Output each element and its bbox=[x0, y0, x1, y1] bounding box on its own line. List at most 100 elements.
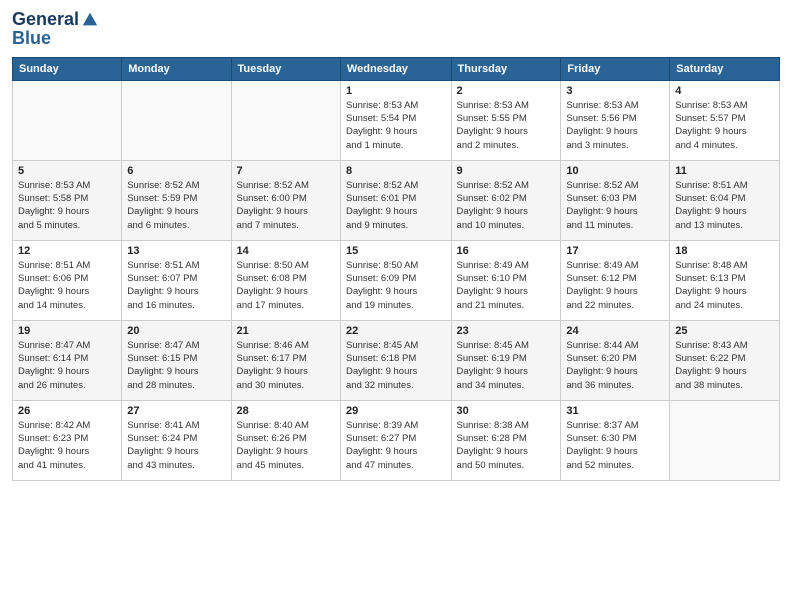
day-info: Sunrise: 8:49 AM Sunset: 6:10 PM Dayligh… bbox=[457, 259, 556, 312]
calendar-cell: 4 Sunrise: 8:53 AM Sunset: 5:57 PM Daylig… bbox=[670, 80, 780, 160]
calendar-cell: 22Sunrise: 8:45 AM Sunset: 6:18 PM Dayli… bbox=[341, 320, 452, 400]
logo-text: General bbox=[12, 10, 79, 30]
day-info: Sunrise: 8:49 AM Sunset: 6:12 PM Dayligh… bbox=[566, 259, 664, 312]
day-number: 27 bbox=[127, 405, 225, 417]
day-info: Sunrise: 8:53 AM Sunset: 5:57 PM Dayligh… bbox=[675, 99, 774, 152]
day-number: 4 bbox=[675, 85, 774, 97]
logo-blue: Blue bbox=[12, 28, 99, 49]
calendar-cell: 21 Sunrise: 8:46 AM Sunset: 6:17 PM Dayli… bbox=[231, 320, 340, 400]
calendar-week-row: 19 Sunrise: 8:47 AM Sunset: 6:14 PM Dayli… bbox=[13, 320, 780, 400]
logo-icon bbox=[81, 11, 99, 29]
day-number: 28 bbox=[237, 405, 335, 417]
day-number: 12 bbox=[18, 245, 116, 257]
day-info: Sunrise: 8:46 AM Sunset: 6:17 PM Dayligh… bbox=[237, 339, 335, 392]
day-info: Sunrise: 8:51 AM Sunset: 6:07 PM Dayligh… bbox=[127, 259, 225, 312]
calendar-cell: 3Sunrise: 8:53 AM Sunset: 5:56 PM Daylig… bbox=[561, 80, 670, 160]
calendar-cell: 20 Sunrise: 8:47 AM Sunset: 6:15 PM Dayli… bbox=[122, 320, 231, 400]
weekday-header: Friday bbox=[561, 57, 670, 80]
day-number: 16 bbox=[457, 245, 556, 257]
day-number: 9 bbox=[457, 165, 556, 177]
calendar-cell: 14 Sunrise: 8:50 AM Sunset: 6:08 PM Dayli… bbox=[231, 240, 340, 320]
weekday-header: Thursday bbox=[451, 57, 561, 80]
day-number: 19 bbox=[18, 325, 116, 337]
day-info: Sunrise: 8:40 AM Sunset: 6:26 PM Dayligh… bbox=[237, 419, 335, 472]
calendar-cell: 10Sunrise: 8:52 AM Sunset: 6:03 PM Dayli… bbox=[561, 160, 670, 240]
day-info: Sunrise: 8:52 AM Sunset: 6:00 PM Dayligh… bbox=[237, 179, 335, 232]
calendar-cell: 11 Sunrise: 8:51 AM Sunset: 6:04 PM Dayli… bbox=[670, 160, 780, 240]
calendar-cell bbox=[231, 80, 340, 160]
day-number: 13 bbox=[127, 245, 225, 257]
calendar-cell: 23 Sunrise: 8:45 AM Sunset: 6:19 PM Dayli… bbox=[451, 320, 561, 400]
day-info: Sunrise: 8:53 AM Sunset: 5:58 PM Dayligh… bbox=[18, 179, 116, 232]
calendar-cell: 2 Sunrise: 8:53 AM Sunset: 5:55 PM Daylig… bbox=[451, 80, 561, 160]
day-number: 5 bbox=[18, 165, 116, 177]
day-number: 23 bbox=[457, 325, 556, 337]
day-info: Sunrise: 8:47 AM Sunset: 6:14 PM Dayligh… bbox=[18, 339, 116, 392]
day-number: 3 bbox=[566, 85, 664, 97]
day-info: Sunrise: 8:50 AM Sunset: 6:09 PM Dayligh… bbox=[346, 259, 446, 312]
day-info: Sunrise: 8:44 AM Sunset: 6:20 PM Dayligh… bbox=[566, 339, 664, 392]
day-number: 26 bbox=[18, 405, 116, 417]
day-info: Sunrise: 8:52 AM Sunset: 6:03 PM Dayligh… bbox=[566, 179, 664, 232]
calendar-cell: 5 Sunrise: 8:53 AM Sunset: 5:58 PM Daylig… bbox=[13, 160, 122, 240]
day-number: 1 bbox=[346, 85, 446, 97]
calendar-week-row: 12 Sunrise: 8:51 AM Sunset: 6:06 PM Dayli… bbox=[13, 240, 780, 320]
day-info: Sunrise: 8:37 AM Sunset: 6:30 PM Dayligh… bbox=[566, 419, 664, 472]
day-number: 2 bbox=[457, 85, 556, 97]
calendar-cell: 13 Sunrise: 8:51 AM Sunset: 6:07 PM Dayli… bbox=[122, 240, 231, 320]
calendar-cell: 31 Sunrise: 8:37 AM Sunset: 6:30 PM Dayli… bbox=[561, 400, 670, 480]
calendar-cell: 1 Sunrise: 8:53 AM Sunset: 5:54 PM Daylig… bbox=[341, 80, 452, 160]
calendar-cell: 8 Sunrise: 8:52 AM Sunset: 6:01 PM Daylig… bbox=[341, 160, 452, 240]
weekday-header: Tuesday bbox=[231, 57, 340, 80]
day-number: 17 bbox=[566, 245, 664, 257]
calendar-cell: 28 Sunrise: 8:40 AM Sunset: 6:26 PM Dayli… bbox=[231, 400, 340, 480]
day-number: 31 bbox=[566, 405, 664, 417]
calendar-week-row: 1 Sunrise: 8:53 AM Sunset: 5:54 PM Daylig… bbox=[13, 80, 780, 160]
day-info: Sunrise: 8:52 AM Sunset: 6:02 PM Dayligh… bbox=[457, 179, 556, 232]
day-number: 8 bbox=[346, 165, 446, 177]
day-number: 20 bbox=[127, 325, 225, 337]
day-number: 30 bbox=[457, 405, 556, 417]
day-info: Sunrise: 8:47 AM Sunset: 6:15 PM Dayligh… bbox=[127, 339, 225, 392]
calendar-cell: 6Sunrise: 8:52 AM Sunset: 5:59 PM Daylig… bbox=[122, 160, 231, 240]
calendar-table: SundayMondayTuesdayWednesdayThursdayFrid… bbox=[12, 57, 780, 481]
day-info: Sunrise: 8:50 AM Sunset: 6:08 PM Dayligh… bbox=[237, 259, 335, 312]
calendar-cell: 24 Sunrise: 8:44 AM Sunset: 6:20 PM Dayli… bbox=[561, 320, 670, 400]
day-number: 7 bbox=[237, 165, 335, 177]
calendar-cell: 12 Sunrise: 8:51 AM Sunset: 6:06 PM Dayli… bbox=[13, 240, 122, 320]
calendar-cell: 17 Sunrise: 8:49 AM Sunset: 6:12 PM Dayli… bbox=[561, 240, 670, 320]
day-info: Sunrise: 8:51 AM Sunset: 6:04 PM Dayligh… bbox=[675, 179, 774, 232]
calendar-week-row: 5 Sunrise: 8:53 AM Sunset: 5:58 PM Daylig… bbox=[13, 160, 780, 240]
day-number: 18 bbox=[675, 245, 774, 257]
calendar-week-row: 26Sunrise: 8:42 AM Sunset: 6:23 PM Dayli… bbox=[13, 400, 780, 480]
day-info: Sunrise: 8:52 AM Sunset: 5:59 PM Dayligh… bbox=[127, 179, 225, 232]
day-number: 29 bbox=[346, 405, 446, 417]
day-info: Sunrise: 8:53 AM Sunset: 5:54 PM Dayligh… bbox=[346, 99, 446, 152]
day-number: 14 bbox=[237, 245, 335, 257]
day-info: Sunrise: 8:51 AM Sunset: 6:06 PM Dayligh… bbox=[18, 259, 116, 312]
day-info: Sunrise: 8:39 AM Sunset: 6:27 PM Dayligh… bbox=[346, 419, 446, 472]
calendar-cell: 19 Sunrise: 8:47 AM Sunset: 6:14 PM Dayli… bbox=[13, 320, 122, 400]
calendar-cell bbox=[13, 80, 122, 160]
calendar-cell: 30 Sunrise: 8:38 AM Sunset: 6:28 PM Dayli… bbox=[451, 400, 561, 480]
calendar-cell: 16 Sunrise: 8:49 AM Sunset: 6:10 PM Dayli… bbox=[451, 240, 561, 320]
calendar-cell: 26Sunrise: 8:42 AM Sunset: 6:23 PM Dayli… bbox=[13, 400, 122, 480]
header: General Blue bbox=[12, 10, 780, 49]
weekday-header: Wednesday bbox=[341, 57, 452, 80]
day-info: Sunrise: 8:45 AM Sunset: 6:18 PM Dayligh… bbox=[346, 339, 446, 392]
weekday-header: Monday bbox=[122, 57, 231, 80]
calendar-cell: 18 Sunrise: 8:48 AM Sunset: 6:13 PM Dayli… bbox=[670, 240, 780, 320]
day-number: 24 bbox=[566, 325, 664, 337]
calendar-cell: 15Sunrise: 8:50 AM Sunset: 6:09 PM Dayli… bbox=[341, 240, 452, 320]
day-number: 25 bbox=[675, 325, 774, 337]
day-info: Sunrise: 8:52 AM Sunset: 6:01 PM Dayligh… bbox=[346, 179, 446, 232]
day-info: Sunrise: 8:41 AM Sunset: 6:24 PM Dayligh… bbox=[127, 419, 225, 472]
day-info: Sunrise: 8:45 AM Sunset: 6:19 PM Dayligh… bbox=[457, 339, 556, 392]
day-info: Sunrise: 8:38 AM Sunset: 6:28 PM Dayligh… bbox=[457, 419, 556, 472]
weekday-header: Sunday bbox=[13, 57, 122, 80]
day-info: Sunrise: 8:48 AM Sunset: 6:13 PM Dayligh… bbox=[675, 259, 774, 312]
day-info: Sunrise: 8:53 AM Sunset: 5:55 PM Dayligh… bbox=[457, 99, 556, 152]
calendar-cell: 29 Sunrise: 8:39 AM Sunset: 6:27 PM Dayli… bbox=[341, 400, 452, 480]
day-number: 11 bbox=[675, 165, 774, 177]
day-number: 21 bbox=[237, 325, 335, 337]
